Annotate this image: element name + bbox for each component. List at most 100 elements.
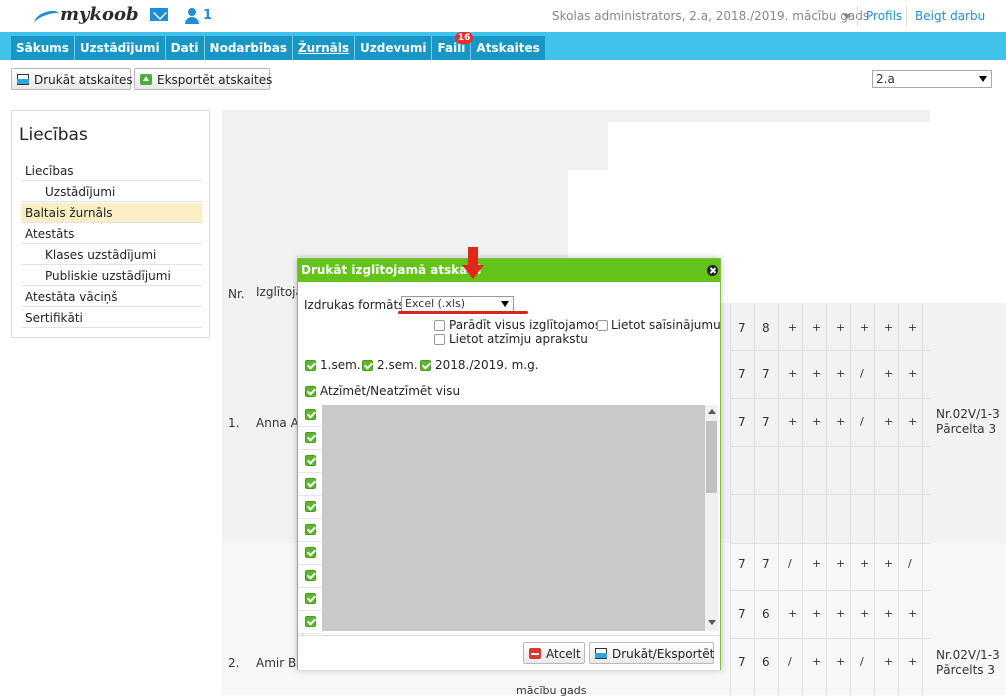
grade-cell[interactable]: 7 — [738, 415, 746, 429]
format-select[interactable]: Excel (.xls) — [401, 296, 514, 312]
grade-cell[interactable]: / — [860, 367, 864, 380]
grade-cell[interactable]: + — [884, 415, 893, 428]
sidebar-item-klases-uzstadijumi[interactable]: Klases uzstādījumi — [21, 245, 202, 265]
student-checkbox[interactable] — [305, 478, 316, 489]
role-selector-text[interactable]: Skolas administrators, 2.a, 2018./2019. … — [552, 9, 869, 23]
grade-cell[interactable]: 7 — [738, 321, 746, 335]
student-checkbox[interactable] — [305, 409, 316, 420]
grade-cell[interactable]: + — [908, 415, 917, 428]
grade-cell[interactable]: 6 — [762, 607, 770, 621]
grade-cell[interactable]: + — [812, 367, 821, 380]
sidebar-item-liecibas[interactable]: Liecības — [21, 161, 202, 181]
grade-cell[interactable]: + — [788, 321, 797, 334]
grade-cell[interactable]: + — [812, 321, 821, 334]
grade-cell[interactable]: + — [860, 321, 869, 334]
grade-cell[interactable]: + — [860, 607, 869, 620]
grade-cell[interactable]: 7 — [762, 367, 770, 381]
grade-cell[interactable]: 7 — [762, 415, 770, 429]
user-icon[interactable] — [184, 8, 200, 24]
sidebar-item-atestats[interactable]: Atestāts — [21, 224, 202, 244]
grade-cell[interactable]: 7 — [762, 557, 770, 571]
use-abbreviation-checkbox[interactable] — [597, 320, 608, 331]
student-checkbox[interactable] — [305, 547, 316, 558]
student-checkbox[interactable] — [305, 524, 316, 535]
grade-cell[interactable]: + — [860, 557, 869, 570]
grade-cell[interactable]: + — [884, 655, 893, 668]
mail-icon[interactable] — [150, 8, 168, 21]
show-all-students-checkbox[interactable] — [434, 320, 445, 331]
select-all-checkbox[interactable] — [305, 386, 316, 397]
profile-link[interactable]: Profils — [866, 9, 902, 23]
grade-cell[interactable]: + — [836, 321, 845, 334]
grade-cell[interactable]: + — [908, 321, 917, 334]
grade-cell[interactable]: / — [860, 415, 864, 428]
grade-cell[interactable]: / — [908, 557, 912, 570]
grade-cell[interactable]: 7 — [738, 367, 746, 381]
grade-cell[interactable]: + — [812, 607, 821, 620]
grade-cell[interactable]: + — [908, 367, 917, 380]
nav-item-faili[interactable]: Faili 16 — [432, 32, 474, 60]
grade-cell[interactable]: + — [908, 655, 917, 668]
student-checkbox[interactable] — [305, 432, 316, 443]
grade-cell[interactable]: + — [884, 557, 893, 570]
chevron-down-icon[interactable] — [843, 14, 851, 19]
close-icon[interactable] — [707, 265, 718, 276]
scroll-down-icon[interactable] — [708, 620, 716, 625]
grade-cell[interactable]: + — [836, 415, 845, 428]
student-name[interactable]: Anna Al — [256, 416, 302, 430]
nav-item-dati[interactable]: Dati — [166, 36, 205, 60]
grade-cell[interactable]: 7 — [738, 557, 746, 571]
nav-item-uzstadijumi[interactable]: Uzstādījumi — [75, 36, 166, 60]
grade-cell[interactable]: 7 — [738, 607, 746, 621]
nav-item-uzdevumi[interactable]: Uzdevumi — [355, 36, 433, 60]
student-list-scrollbar[interactable] — [705, 405, 718, 631]
nav-item-atskaites[interactable]: Atskaites — [471, 36, 544, 60]
grade-cell[interactable]: 6 — [762, 655, 770, 669]
grade-cell[interactable]: + — [812, 655, 821, 668]
print-reports-button[interactable]: Drukāt atskaites — [11, 68, 133, 90]
grade-cell[interactable]: + — [812, 557, 821, 570]
nav-item-nodarbibas[interactable]: Nodarbības — [205, 36, 293, 60]
grade-cell[interactable]: + — [884, 607, 893, 620]
scroll-up-icon[interactable] — [708, 409, 716, 414]
student-checkbox[interactable] — [305, 455, 316, 466]
period-sem1-checkbox[interactable] — [305, 360, 316, 371]
mykoob-logo[interactable]: mykoob — [32, 4, 139, 30]
grade-cell[interactable]: / — [788, 655, 792, 668]
period-year-checkbox[interactable] — [420, 360, 431, 371]
grade-cell[interactable]: + — [884, 367, 893, 380]
student-list[interactable] — [322, 405, 718, 631]
grade-cell[interactable]: / — [860, 655, 864, 668]
sidebar-item-baltais-zurnals[interactable]: Baltais žurnāls — [21, 203, 202, 223]
user-count-badge[interactable]: 1 — [203, 8, 212, 23]
grade-cell[interactable]: + — [836, 557, 845, 570]
grade-cell[interactable]: + — [836, 607, 845, 620]
grade-cell[interactable]: + — [788, 367, 797, 380]
nav-item-zurnals[interactable]: Žurnāls — [293, 36, 356, 60]
class-select[interactable]: 2.a — [872, 70, 992, 88]
grade-cell[interactable]: + — [884, 321, 893, 334]
grade-cell[interactable]: + — [812, 415, 821, 428]
student-checkbox[interactable] — [305, 570, 316, 581]
student-checkbox[interactable] — [305, 501, 316, 512]
student-checkbox[interactable] — [305, 593, 316, 604]
scroll-thumb[interactable] — [706, 421, 717, 493]
grade-cell[interactable]: 7 — [738, 655, 746, 669]
logout-link[interactable]: Beigt darbu — [915, 9, 985, 23]
grade-cell[interactable]: + — [788, 415, 797, 428]
sidebar-item-uzstadijumi[interactable]: Uzstādījumi — [21, 182, 202, 202]
grade-cell[interactable]: + — [836, 655, 845, 668]
export-reports-button[interactable]: Eksportēt atskaites — [134, 68, 272, 90]
cancel-button[interactable]: Atcelt — [523, 642, 585, 664]
grade-cell[interactable]: / — [788, 557, 792, 570]
grade-cell[interactable]: + — [788, 607, 797, 620]
print-export-button[interactable]: Drukāt/Eksportēt — [589, 642, 714, 664]
nav-item-sakums[interactable]: Sākums — [11, 36, 75, 60]
grade-cell[interactable]: 8 — [762, 321, 770, 335]
sidebar-item-publiskie-uzstadijumi[interactable]: Publiskie uzstādījumi — [21, 266, 202, 286]
sidebar-item-sertifikati[interactable]: Sertifikāti — [21, 308, 202, 328]
use-grade-description-checkbox[interactable] — [434, 334, 445, 345]
grade-cell[interactable]: + — [836, 367, 845, 380]
period-sem2-checkbox[interactable] — [362, 360, 373, 371]
grade-cell[interactable]: + — [908, 607, 917, 620]
